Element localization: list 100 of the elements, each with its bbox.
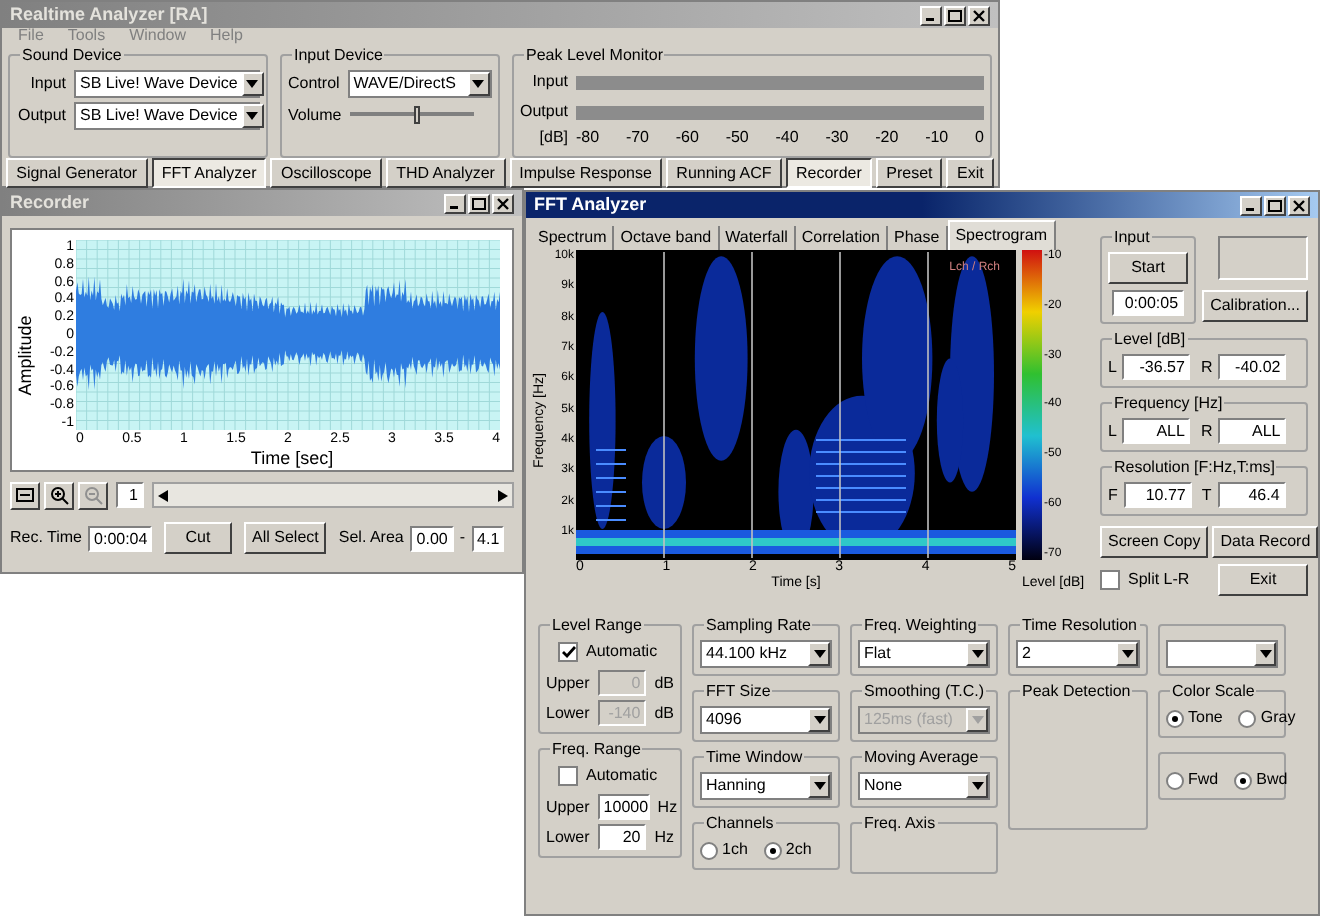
radio-label: Bwd [1256, 768, 1288, 792]
push-button[interactable]: Data Record [1212, 526, 1319, 558]
maximize-icon [1268, 199, 1282, 211]
group-label: Channels [704, 812, 776, 834]
radio-button[interactable] [700, 841, 718, 859]
group-label: Freq. Axis [862, 812, 938, 834]
field-label: Input [530, 70, 568, 94]
tool-tab[interactable]: Signal Generator [6, 158, 148, 188]
dropdown[interactable]: 44.100 kHz [700, 640, 832, 668]
group-label: Frequency [Hz] [1112, 392, 1225, 414]
maximize-button[interactable] [944, 5, 966, 25]
group-label: Color Scale [1170, 680, 1257, 702]
zoom-out-button[interactable] [78, 481, 108, 509]
scroll-left-icon [158, 489, 168, 501]
radio-button[interactable] [763, 841, 782, 859]
tool-tab[interactable]: FFT Analyzer [151, 158, 267, 188]
caret-icon [971, 782, 983, 790]
checkbox[interactable] [558, 766, 578, 786]
push-button[interactable]: Calibration... [1202, 290, 1308, 322]
checkbox[interactable] [1100, 570, 1120, 590]
text-field[interactable]: ALL [1122, 418, 1191, 444]
caret-icon [472, 80, 485, 88]
dropdown[interactable]: SB Live! Wave Device [74, 70, 260, 98]
group-label: Moving Average [862, 746, 981, 768]
close-icon [496, 197, 510, 209]
tool-tab[interactable]: Running ACF [666, 158, 782, 188]
tool-tab[interactable]: Oscilloscope [270, 158, 382, 188]
push-button[interactable]: Screen Copy [1100, 526, 1209, 558]
zoom-in-button[interactable] [44, 481, 74, 509]
scale-label: 0 [975, 130, 984, 146]
dropdown[interactable]: SB Live! Wave Device [74, 102, 260, 130]
tool-tab[interactable]: Impulse Response [509, 158, 663, 188]
axis-title: Amplitude [12, 314, 37, 396]
tool-tab[interactable]: Exit [946, 158, 994, 188]
text-field[interactable]: 1 [116, 482, 144, 508]
radio-button[interactable] [1166, 709, 1184, 727]
text-field[interactable]: 4.1 [471, 525, 504, 551]
radio-button[interactable] [1234, 771, 1253, 789]
caret-icon [813, 716, 825, 724]
maximize-button[interactable] [1264, 195, 1286, 215]
scale-label: -80 [576, 130, 600, 146]
dropdown[interactable]: 2 [1016, 640, 1140, 668]
field-label: F [1108, 483, 1118, 507]
group-label: Level Range [550, 614, 644, 636]
volume-slider[interactable] [349, 106, 474, 126]
dropdown[interactable]: 4096 [700, 706, 832, 734]
field-label: Sel. Area [338, 526, 404, 550]
close-button[interactable] [1288, 195, 1310, 215]
group-label: Sound Device [20, 44, 124, 66]
field-label: dB [654, 671, 674, 695]
tool-tab[interactable]: Recorder [785, 158, 873, 188]
slider-thumb[interactable] [414, 106, 421, 124]
push-button[interactable]: Start [1108, 252, 1189, 284]
view-tab[interactable]: Spectrogram [947, 220, 1055, 250]
maximize-button[interactable] [468, 193, 490, 213]
caret-icon [246, 112, 259, 120]
scrollbar[interactable] [152, 482, 514, 508]
text-field[interactable]: -36.57 [1122, 354, 1191, 380]
push-button[interactable]: All Select [244, 522, 327, 554]
minimize-button[interactable] [444, 193, 466, 213]
text-field[interactable]: -40.02 [1218, 354, 1287, 380]
push-button[interactable]: Exit [1218, 564, 1308, 596]
text-field[interactable]: 0:00:05 [1112, 290, 1185, 316]
dropdown[interactable]: Hanning [700, 772, 832, 800]
scale-label: -20 [875, 130, 899, 146]
axis-title: Time [sec] [250, 448, 334, 468]
caret-icon [1259, 650, 1271, 658]
tool-tab[interactable]: Preset [876, 158, 943, 188]
field-label: Hz [657, 795, 678, 819]
group-label: Freq. Range [550, 738, 643, 760]
radio-button[interactable] [1238, 709, 1257, 727]
text-field[interactable]: 0.00 [409, 525, 454, 551]
status-display [1218, 236, 1308, 280]
text-field[interactable]: 20 [597, 824, 647, 850]
minimize-button[interactable] [920, 5, 942, 25]
field-label: - [459, 526, 466, 550]
dropdown[interactable]: Flat [858, 640, 990, 668]
dropdown[interactable] [1166, 640, 1278, 668]
radio-button[interactable] [1166, 771, 1184, 789]
field-label: Lower [546, 701, 590, 725]
field-label: dB [654, 701, 674, 725]
text-field[interactable]: ALL [1218, 418, 1287, 444]
close-icon [1292, 199, 1306, 211]
tool-tab[interactable]: THD Analyzer [385, 158, 506, 188]
text-field[interactable]: 0:00:04 [88, 525, 153, 551]
text-field[interactable]: 46.4 [1217, 482, 1286, 508]
close-button[interactable] [492, 193, 514, 213]
text-field[interactable]: 10.77 [1123, 482, 1192, 508]
minimize-button[interactable] [1240, 195, 1262, 215]
scale-label: -10 [925, 130, 949, 146]
dropdown[interactable]: None [858, 772, 990, 800]
close-button[interactable] [968, 5, 990, 25]
radio-label: 1ch [722, 838, 748, 862]
group-label: Time Window [704, 746, 805, 768]
fit-button[interactable] [10, 481, 40, 509]
text-field[interactable]: 10000 [597, 794, 650, 820]
field-label: Upper [546, 671, 590, 695]
dropdown[interactable]: WAVE/DirectS [347, 70, 492, 98]
field-label: R [1200, 355, 1213, 379]
push-button[interactable]: Cut [164, 522, 233, 554]
